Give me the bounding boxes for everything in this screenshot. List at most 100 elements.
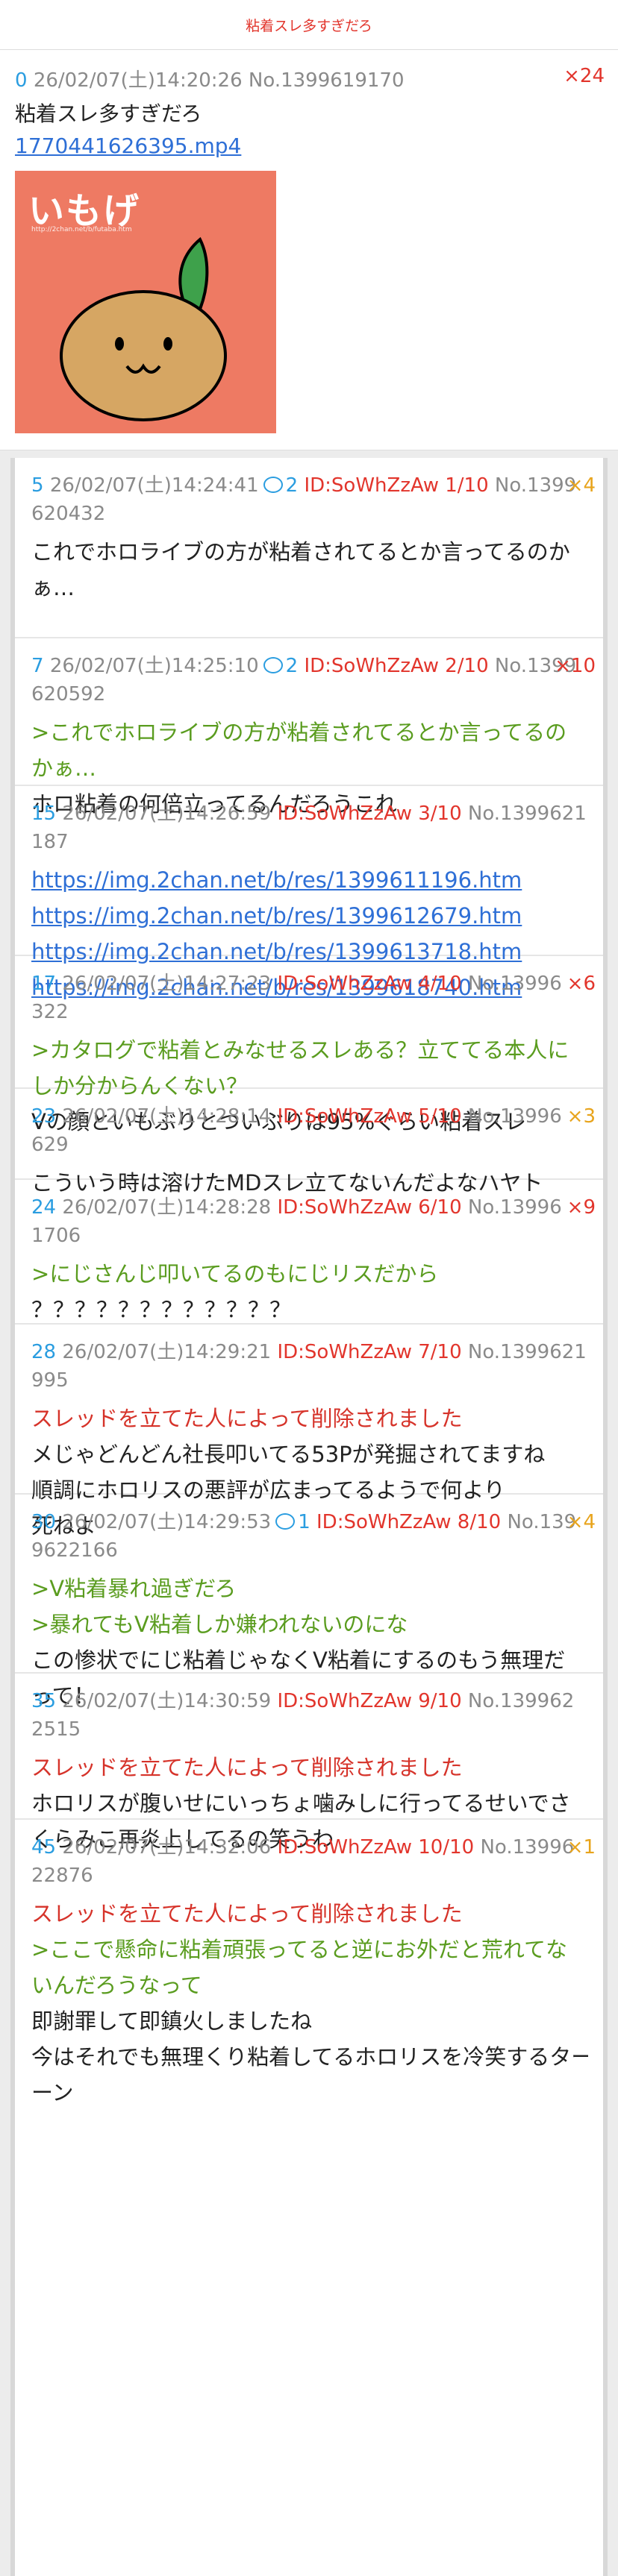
- reply-count[interactable]: 2: [286, 655, 299, 677]
- reply-number[interactable]: 5: [31, 474, 44, 497]
- reply-number[interactable]: 17: [31, 973, 56, 995]
- reply-meta: 15 26/02/07(土)14:26:59 ID:SoWhZzAw 3/10 …: [31, 799, 588, 856]
- reply-meta: 17 26/02/07(土)14:27:23 ID:SoWhZzAw 4/10 …: [31, 970, 588, 1026]
- body-line: ーン: [31, 2080, 74, 2105]
- quote-line: >にじさんじ叩いてるのもにじリスだから: [31, 1261, 439, 1287]
- post-no-cont: 187: [31, 831, 69, 853]
- reply-post: 35 26/02/07(土)14:30:59 ID:SoWhZzAw 9/10 …: [15, 1674, 603, 1852]
- reply-datetime: 26/02/07(土)14:25:10: [49, 655, 259, 677]
- post-no-cont: 620592: [31, 683, 106, 706]
- post-no[interactable]: No.1399621: [468, 802, 587, 825]
- poster-id[interactable]: ID:SoWhZzAw 9/10: [277, 1690, 461, 1712]
- reply-count-badge: ×3: [566, 1105, 596, 1128]
- poster-id[interactable]: ID:SoWhZzAw 3/10: [277, 802, 461, 825]
- deleted-notice: スレッドを立てた人によって削除されました: [31, 1901, 463, 1926]
- reply-bubble-icon[interactable]: [263, 477, 283, 493]
- reply-post: 15 26/02/07(土)14:26:59 ID:SoWhZzAw 3/10 …: [15, 786, 603, 1000]
- reply-count-badge: ×4: [566, 1511, 596, 1533]
- thread-header: 粘着スレ多すぎだろ: [0, 0, 618, 50]
- reply-datetime: 26/02/07(土)14:24:41: [49, 474, 259, 497]
- reply-meta: 35 26/02/07(土)14:30:59 ID:SoWhZzAw 9/10 …: [31, 1687, 588, 1744]
- post-no-cont: 1706: [31, 1225, 81, 1247]
- reply-meta: 7 26/02/07(土)14:25:10 2 ID:SoWhZzAw 2/10 …: [31, 652, 588, 709]
- reply-datetime: 26/02/07(土)14:27:23: [62, 973, 272, 995]
- body-line: これでホロライブの方が粘着されてるとか言ってるのか: [31, 539, 570, 565]
- reply-datetime: 26/02/07(土)14:29:53: [62, 1511, 272, 1533]
- quote-line: いんだろうなって: [31, 1973, 202, 1998]
- reply-meta: 24 26/02/07(土)14:28:28 ID:SoWhZzAw 6/10 …: [31, 1193, 588, 1250]
- deleted-notice: スレッドを立てた人によって削除されました: [31, 1406, 463, 1431]
- op-post: 0 26/02/07(土)14:20:26 No.1399619170 ×24 …: [0, 50, 618, 450]
- post-no-cont: 620432: [31, 503, 106, 525]
- reply-meta: 30 26/02/07(土)14:29:53 1 ID:SoWhZzAw 8/10…: [31, 1508, 588, 1565]
- body-line: ？？？？？？？？？？？？: [31, 1297, 292, 1322]
- thread-title: 粘着スレ多すぎだろ: [246, 17, 372, 34]
- post-no-cont: 995: [31, 1369, 69, 1392]
- post-no-cont: 629: [31, 1134, 69, 1156]
- quote-line: >カタログで粘着とみなせるスレある？立ててる本人に: [31, 1037, 569, 1063]
- op-count-badge: ×24: [564, 65, 605, 87]
- post-no-cont: 2515: [31, 1718, 81, 1741]
- reply-post: 7 26/02/07(土)14:25:10 2 ID:SoWhZzAw 2/10 …: [15, 638, 603, 817]
- reply-datetime: 26/02/07(土)14:29:21: [62, 1341, 272, 1363]
- reply-meta: 28 26/02/07(土)14:29:21 ID:SoWhZzAw 7/10 …: [31, 1338, 588, 1395]
- reply-number[interactable]: 15: [31, 802, 56, 825]
- reply-number[interactable]: 24: [31, 1196, 56, 1219]
- poster-id[interactable]: ID:SoWhZzAw 4/10: [277, 973, 461, 995]
- post-no-cont: 9622166: [31, 1539, 118, 1562]
- post-no[interactable]: No.139: [507, 1511, 576, 1533]
- quote-line: >暴れてもV粘着しか嫌われないのにな: [31, 1612, 408, 1637]
- post-no[interactable]: No.13996: [480, 1836, 574, 1859]
- body-line: 今はそれでも無理くり粘着してるホロリスを冷笑するター: [31, 2044, 588, 2070]
- reply-number[interactable]: 45: [31, 1836, 56, 1859]
- body-line: 即謝罪して即鎮火しましたね: [31, 2008, 313, 2034]
- reply-body: >にじさんじ叩いてるのもにじリスだから ？？？？？？？？？？？？: [31, 1256, 588, 1328]
- poster-id[interactable]: ID:SoWhZzAw 1/10: [304, 474, 488, 497]
- body-line: ぁ…: [31, 575, 75, 600]
- post-no[interactable]: No.13996: [468, 973, 562, 995]
- reply-meta: 5 26/02/07(土)14:24:41 2 ID:SoWhZzAw 1/10 …: [31, 471, 588, 528]
- op-file-link[interactable]: 1770441626395.mp4: [15, 133, 241, 158]
- reply-post: 28 26/02/07(土)14:29:21 ID:SoWhZzAw 7/10 …: [15, 1325, 603, 1539]
- poster-id[interactable]: ID:SoWhZzAw 8/10: [316, 1511, 501, 1533]
- thread-link[interactable]: https://img.2chan.net/b/res/1399612679.h…: [31, 898, 588, 934]
- post-no[interactable]: No.139962: [468, 1690, 574, 1712]
- post-no[interactable]: No.13996: [468, 1105, 562, 1128]
- reply-number[interactable]: 30: [31, 1511, 56, 1533]
- reply-number[interactable]: 28: [31, 1341, 56, 1363]
- op-datetime: 26/02/07(土)14:20:26: [33, 69, 243, 92]
- op-no[interactable]: No.1399619170: [249, 69, 405, 92]
- reply-datetime: 26/02/07(土)14:28:28: [62, 1196, 272, 1219]
- reply-count[interactable]: 1: [298, 1511, 310, 1533]
- poster-id[interactable]: ID:SoWhZzAw 5/10: [277, 1105, 461, 1128]
- op-meta: 0 26/02/07(土)14:20:26 No.1399619170: [15, 65, 405, 92]
- reply-post: 23 26/02/07(土)14:28:14 ID:SoWhZzAw 5/10 …: [15, 1089, 603, 1196]
- reply-count-badge: ×10: [555, 655, 596, 677]
- poster-id[interactable]: ID:SoWhZzAw 7/10: [277, 1341, 461, 1363]
- reply-post: 24 26/02/07(土)14:28:28 ID:SoWhZzAw 6/10 …: [15, 1180, 603, 1325]
- quote-line: >V粘着暴れ過ぎだろ: [31, 1576, 237, 1601]
- reply-number[interactable]: 7: [31, 655, 44, 677]
- post-no-cont: 322: [31, 1001, 69, 1023]
- post-no[interactable]: No.1399: [495, 474, 576, 497]
- reply-meta: 23 26/02/07(土)14:28:14 ID:SoWhZzAw 5/10 …: [31, 1102, 588, 1159]
- poster-id[interactable]: ID:SoWhZzAw 2/10: [304, 655, 488, 677]
- post-no[interactable]: No.1399621: [468, 1341, 587, 1363]
- reply-number[interactable]: 35: [31, 1690, 56, 1712]
- thread-link[interactable]: https://img.2chan.net/b/res/1399611196.h…: [31, 862, 588, 898]
- reply-number[interactable]: 23: [31, 1105, 56, 1128]
- post-no[interactable]: No.13996: [468, 1196, 562, 1219]
- reply-list: 5 26/02/07(土)14:24:41 2 ID:SoWhZzAw 1/10 …: [10, 458, 608, 2576]
- reply-count[interactable]: 2: [286, 474, 299, 497]
- reply-post: 17 26/02/07(土)14:27:23 ID:SoWhZzAw 4/10 …: [15, 956, 603, 1134]
- reply-bubble-icon[interactable]: [275, 1513, 296, 1530]
- reply-count-badge: ×1: [566, 1836, 596, 1859]
- reply-bubble-icon[interactable]: [263, 657, 283, 673]
- op-thumbnail[interactable]: いもげ http://2chan.net/b/futaba.htm: [15, 171, 276, 433]
- reply-count-badge: ×4: [566, 474, 596, 497]
- reply-body: スレッドを立てた人によって削除されました >ここで懸命に粘着頑張ってると逆にお外だ…: [31, 1896, 588, 2111]
- op-number[interactable]: 0: [15, 69, 28, 92]
- poster-id[interactable]: ID:SoWhZzAw 10/10: [277, 1836, 474, 1859]
- poster-id[interactable]: ID:SoWhZzAw 6/10: [277, 1196, 461, 1219]
- reply-datetime: 26/02/07(土)14:28:14: [62, 1105, 272, 1128]
